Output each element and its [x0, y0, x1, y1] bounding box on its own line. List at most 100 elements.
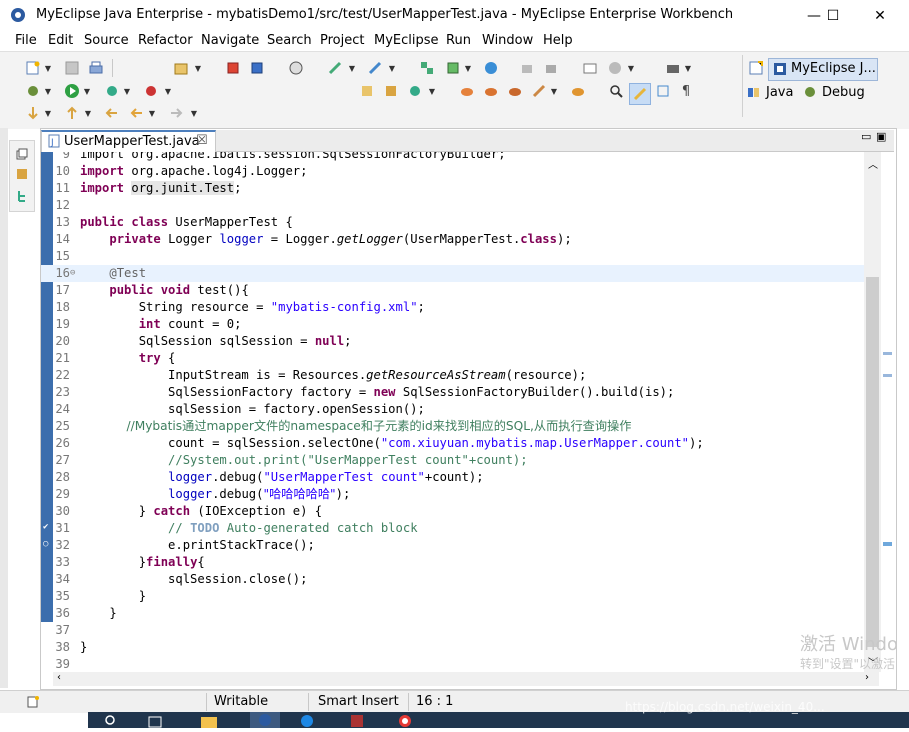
- last-edit-icon[interactable]: [103, 105, 121, 121]
- globe-icon[interactable]: [606, 60, 624, 76]
- code-line[interactable]: 36 }: [41, 605, 864, 622]
- new-dropdown-icon[interactable]: ▼: [44, 60, 52, 76]
- code-line[interactable]: 20 SqlSession sqlSession = null;: [41, 333, 864, 350]
- new-icon[interactable]: [24, 60, 42, 76]
- taskbar-chrome-icon[interactable]: [398, 714, 412, 732]
- code-line[interactable]: 23 SqlSessionFactory factory = new SqlSe…: [41, 384, 864, 401]
- scroll-up-icon[interactable]: ︿: [868, 156, 878, 171]
- tool-icon-c[interactable]: [581, 60, 599, 76]
- horizontal-scrollbar[interactable]: ‹ ›: [53, 672, 879, 686]
- menu-search[interactable]: Search: [267, 33, 312, 48]
- previous-annotation-icon[interactable]: [63, 105, 81, 121]
- code-line[interactable]: 26 count = sqlSession.selectOne("com.xiu…: [41, 435, 864, 452]
- server-dropdown-icon[interactable]: ▼: [348, 60, 356, 76]
- open-perspective-icon[interactable]: [418, 60, 436, 76]
- forward-dropdown-icon[interactable]: ▼: [190, 105, 198, 121]
- ejb-icon[interactable]: [458, 83, 476, 99]
- editor-minimize-icon[interactable]: ▭: [861, 130, 871, 143]
- menu-navigate[interactable]: Navigate: [201, 33, 259, 48]
- print-icon[interactable]: [87, 60, 105, 76]
- back-icon[interactable]: [128, 105, 146, 121]
- launch-icon[interactable]: [444, 60, 462, 76]
- code-line[interactable]: 16 ⊖ @Test: [41, 265, 864, 282]
- new-class-icon[interactable]: [358, 83, 376, 99]
- open-type-icon[interactable]: [224, 60, 242, 76]
- fold-collapse-icon[interactable]: ⊖: [70, 265, 75, 282]
- external-tools-dropdown-icon[interactable]: ▼: [164, 83, 172, 99]
- close-button[interactable]: ✕: [857, 0, 903, 31]
- code-line[interactable]: 25 //Mybatis通过mapper文件的namespace和子元素的id来…: [41, 418, 864, 435]
- show-whitespace-icon[interactable]: ¶: [677, 83, 695, 99]
- server-icon[interactable]: [326, 60, 344, 76]
- new-project-dropdown-icon[interactable]: ▼: [194, 60, 202, 76]
- db-icon[interactable]: [569, 83, 587, 99]
- coverage-dropdown-icon[interactable]: ▼: [123, 83, 131, 99]
- next-annotation-icon[interactable]: [24, 105, 42, 121]
- taskbar-explorer-icon[interactable]: [200, 714, 218, 732]
- tab-close-icon[interactable]: ☒: [196, 133, 208, 148]
- package-explorer-icon[interactable]: [13, 166, 31, 182]
- editor-tab-usermappertest[interactable]: J UserMapperTest.java ☒: [41, 130, 216, 152]
- status-fastview-icon[interactable]: [24, 694, 42, 710]
- taskbar-myeclipse-icon[interactable]: [250, 712, 280, 728]
- menu-refactor[interactable]: Refactor: [138, 33, 193, 48]
- code-line[interactable]: 10 import org.apache.log4j.Logger;: [41, 163, 864, 180]
- taskbar-search-icon[interactable]: [104, 714, 118, 732]
- new-interface-dropdown-icon[interactable]: ▼: [428, 83, 436, 99]
- code-line[interactable]: ✔ 31 // TODO Auto-generated catch block: [41, 520, 864, 537]
- tool-icon-a[interactable]: [518, 60, 536, 76]
- taskbar-taskview-icon[interactable]: [148, 714, 162, 732]
- code-line[interactable]: 37: [41, 622, 864, 639]
- code-line[interactable]: 39: [41, 656, 864, 672]
- code-line[interactable]: 9 import org.apache.ibatis.session.SqlSes…: [41, 152, 864, 163]
- code-line[interactable]: 12: [41, 197, 864, 214]
- forward-icon[interactable]: [167, 105, 185, 121]
- camera-dropdown-icon[interactable]: ▼: [684, 60, 692, 76]
- coverage-icon[interactable]: [103, 83, 121, 99]
- open-resource-icon[interactable]: [248, 60, 266, 76]
- web-service-icon[interactable]: [482, 83, 500, 99]
- menu-window[interactable]: Window: [482, 33, 533, 48]
- code-line[interactable]: 27 //System.out.print("UserMapperTest co…: [41, 452, 864, 469]
- globe-dropdown-icon[interactable]: ▼: [627, 60, 635, 76]
- hibernate-icon[interactable]: [506, 83, 524, 99]
- code-line[interactable]: 15: [41, 248, 864, 265]
- taskbar-browser-icon[interactable]: [300, 714, 314, 732]
- code-line[interactable]: 24 sqlSession = factory.openSession();: [41, 401, 864, 418]
- spring-icon[interactable]: [530, 83, 548, 99]
- code-line[interactable]: 13 public class UserMapperTest {: [41, 214, 864, 231]
- menu-myeclipse[interactable]: MyEclipse: [374, 33, 439, 48]
- tool-icon-b[interactable]: [542, 60, 560, 76]
- code-line[interactable]: 33 }finally{: [41, 554, 864, 571]
- menu-source[interactable]: Source: [84, 33, 129, 48]
- menu-run[interactable]: Run: [446, 33, 471, 48]
- maximize-button[interactable]: ☐: [810, 0, 856, 31]
- save-icon[interactable]: [63, 60, 81, 76]
- code-line[interactable]: 14 private Logger logger = Logger.getLog…: [41, 231, 864, 248]
- perspective-debug[interactable]: Debug: [803, 83, 883, 103]
- code-line[interactable]: 38}: [41, 639, 864, 656]
- run-server-dropdown-icon[interactable]: ▼: [388, 60, 396, 76]
- code-line[interactable]: 34 sqlSession.close();: [41, 571, 864, 588]
- overview-task-marker[interactable]: [883, 542, 892, 546]
- debug-icon[interactable]: [24, 83, 42, 99]
- code-line[interactable]: 21 try {: [41, 350, 864, 367]
- breakpoint-marker-icon[interactable]: ○: [43, 540, 52, 549]
- spring-dropdown-icon[interactable]: ▼: [550, 83, 558, 99]
- code-line[interactable]: 30 } catch (IOException e) {: [41, 503, 864, 520]
- block-selection-icon[interactable]: [654, 83, 672, 99]
- new-interface-icon[interactable]: [406, 83, 424, 99]
- open-perspective-button-icon[interactable]: [747, 60, 765, 76]
- task-marker-icon[interactable]: ✔: [43, 523, 52, 532]
- run-dropdown-icon[interactable]: ▼: [83, 83, 91, 99]
- code-line[interactable]: 35 }: [41, 588, 864, 605]
- back-dropdown-icon[interactable]: ▼: [148, 105, 156, 121]
- menu-project[interactable]: Project: [320, 33, 364, 48]
- overview-marker[interactable]: [883, 352, 892, 355]
- vertical-scrollbar[interactable]: ︿ ﹀: [864, 152, 881, 672]
- scroll-left-icon[interactable]: ‹: [57, 672, 61, 683]
- run-server-icon[interactable]: [366, 60, 384, 76]
- perspective-myeclipse[interactable]: MyEclipse J...: [768, 58, 878, 81]
- menu-help[interactable]: Help: [543, 33, 573, 48]
- debug-dropdown-icon[interactable]: ▼: [44, 83, 52, 99]
